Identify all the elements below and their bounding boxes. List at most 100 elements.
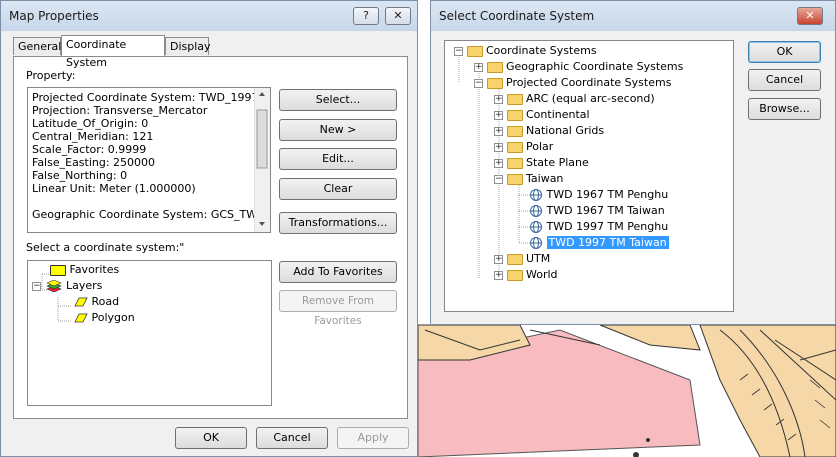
globe-icon — [530, 221, 542, 233]
expand-icon[interactable]: + — [474, 62, 483, 72]
polygon-layer-icon — [74, 313, 88, 323]
expand-icon[interactable]: + — [494, 142, 503, 152]
tree-item-label: TWD 1967 TM Taiwan — [546, 204, 665, 217]
tree-item-continental[interactable]: + Continental — [494, 107, 590, 123]
cancel-button[interactable]: Cancel — [748, 69, 821, 91]
scroll-up-icon — [259, 92, 265, 96]
expand-icon[interactable]: + — [494, 110, 503, 120]
property-line: Latitude_Of_Origin: 0 — [32, 117, 149, 130]
scroll-thumb — [256, 109, 268, 169]
collapse-icon[interactable]: − — [494, 174, 503, 184]
tree-item-state-plane[interactable]: + State Plane — [494, 155, 589, 171]
clear-button[interactable]: Clear — [279, 178, 397, 200]
tree-item-label: Layers — [66, 279, 103, 292]
collapse-icon[interactable]: − — [474, 78, 483, 88]
property-line: Central_Meridian: 121 — [32, 130, 154, 143]
folder-icon — [506, 141, 523, 153]
layers-icon — [45, 279, 62, 293]
ok-button[interactable]: OK — [175, 427, 247, 449]
folder-icon — [506, 157, 523, 169]
property-line: Geographic Coordinate System: GCS_TWD_1 — [32, 208, 271, 221]
tree-item-coordinate-systems[interactable]: − Coordinate Systems — [454, 43, 597, 59]
tree-item-label-selected: TWD 1997 TM Taiwan — [546, 236, 669, 249]
ok-button[interactable]: OK — [748, 41, 821, 63]
browse-button[interactable]: Browse... — [748, 98, 821, 120]
tree-item-geographic[interactable]: + Geographic Coordinate Systems — [474, 59, 683, 75]
tree-item-label: Coordinate Systems — [486, 44, 597, 57]
tree-item-label: Polygon — [91, 311, 135, 324]
add-to-favorites-button[interactable]: Add To Favorites — [279, 261, 397, 283]
cs-tree[interactable]: Favorites − Layers Road Polygon — [27, 260, 272, 406]
tree-item-utm[interactable]: + UTM — [494, 251, 550, 267]
edit-button[interactable]: Edit... — [279, 148, 397, 170]
tree-item-twd1997-taiwan[interactable]: TWD 1997 TM Taiwan — [529, 235, 669, 251]
expand-icon[interactable]: + — [494, 94, 503, 104]
close-button[interactable]: ✕ — [797, 7, 823, 25]
tree-item-label: ARC (equal arc-second) — [526, 92, 655, 105]
dialog-title: Select Coordinate System — [439, 9, 595, 23]
folder-icon — [506, 93, 523, 105]
property-line: Scale_Factor: 0.9999 — [32, 143, 147, 156]
cancel-button[interactable]: Cancel — [256, 427, 328, 449]
collapse-icon[interactable]: − — [32, 281, 41, 291]
tree-item-label: State Plane — [526, 156, 589, 169]
apply-button[interactable]: Apply — [337, 427, 409, 449]
tree-item-favorites[interactable]: Favorites — [50, 262, 119, 278]
tree-item-label: Continental — [526, 108, 590, 121]
cs-tree[interactable]: − Coordinate Systems + Geographic Coordi… — [444, 40, 734, 312]
expand-icon[interactable]: + — [494, 158, 503, 168]
property-line: Projection: Transverse_Mercator — [32, 104, 208, 117]
folder-icon — [466, 45, 483, 57]
tree-item-road[interactable]: Road — [72, 294, 119, 310]
tab-display[interactable]: Display — [165, 37, 211, 55]
map-properties-dialog: Map Properties ? ✕ General Coordinate Sy… — [0, 0, 418, 457]
folder-icon — [506, 109, 523, 121]
folder-icon — [506, 173, 523, 185]
tree-item-label: Road — [91, 295, 120, 308]
tree-item-label: TWD 1997 TM Penghu — [546, 220, 669, 233]
property-line: Linear Unit: Meter (1.000000) — [32, 182, 196, 195]
folder-icon — [506, 253, 523, 265]
scroll-down-icon — [259, 222, 265, 226]
tree-item-twd1997-penghu[interactable]: TWD 1997 TM Penghu — [529, 219, 668, 235]
new-button[interactable]: New > — [279, 119, 397, 141]
dialog-title: Map Properties — [9, 9, 99, 23]
title-bar[interactable]: Select Coordinate System ✕ — [431, 1, 835, 31]
transformations-button[interactable]: Transformations... — [279, 212, 397, 234]
tree-item-world[interactable]: + World — [494, 267, 558, 283]
expand-icon[interactable]: + — [494, 126, 503, 136]
select-coordinate-system-dialog: Select Coordinate System ✕ − Coordinate … — [430, 0, 836, 325]
close-button[interactable]: ✕ — [385, 7, 411, 25]
expand-icon[interactable]: + — [494, 254, 503, 264]
property-textbox[interactable]: Projected Coordinate System: TWD_1997_TM… — [27, 87, 271, 233]
tree-item-label: National Grids — [526, 124, 605, 137]
collapse-icon[interactable]: − — [454, 46, 463, 56]
title-bar[interactable]: Map Properties ? ✕ — [1, 1, 417, 31]
remove-from-favorites-button[interactable]: Remove From Favorites — [279, 290, 397, 327]
folder-icon — [506, 269, 523, 281]
folder-icon — [50, 264, 66, 276]
select-button[interactable]: Select... — [279, 89, 397, 111]
tree-item-label: Geographic Coordinate Systems — [506, 60, 684, 73]
tree-item-national-grids[interactable]: + National Grids — [494, 123, 604, 139]
tree-item-taiwan[interactable]: − Taiwan — [494, 171, 563, 187]
help-button[interactable]: ? — [353, 7, 379, 25]
tree-item-polar[interactable]: + Polar — [494, 139, 553, 155]
tree-item-layers[interactable]: − Layers — [32, 278, 102, 294]
globe-icon — [530, 237, 542, 249]
tree-item-twd1967-taiwan[interactable]: TWD 1967 TM Taiwan — [529, 203, 665, 219]
expand-icon[interactable]: + — [494, 270, 503, 280]
globe-icon — [530, 205, 542, 217]
tab-general[interactable]: General — [13, 37, 61, 55]
property-line: False_Northing: 0 — [32, 169, 128, 182]
property-line: False_Easting: 250000 — [32, 156, 156, 169]
tree-item-twd1967-penghu[interactable]: TWD 1967 TM Penghu — [529, 187, 668, 203]
tree-item-projected[interactable]: − Projected Coordinate Systems — [474, 75, 671, 91]
tree-item-label: Taiwan — [526, 172, 564, 185]
property-scrollbar[interactable] — [254, 88, 270, 232]
tree-item-polygon[interactable]: Polygon — [72, 310, 135, 326]
tree-item-label: World — [526, 268, 558, 281]
tree-item-label: Polar — [526, 140, 554, 153]
tree-item-arc[interactable]: + ARC (equal arc-second) — [494, 91, 655, 107]
tab-coordinate-system[interactable]: Coordinate System — [61, 35, 165, 69]
